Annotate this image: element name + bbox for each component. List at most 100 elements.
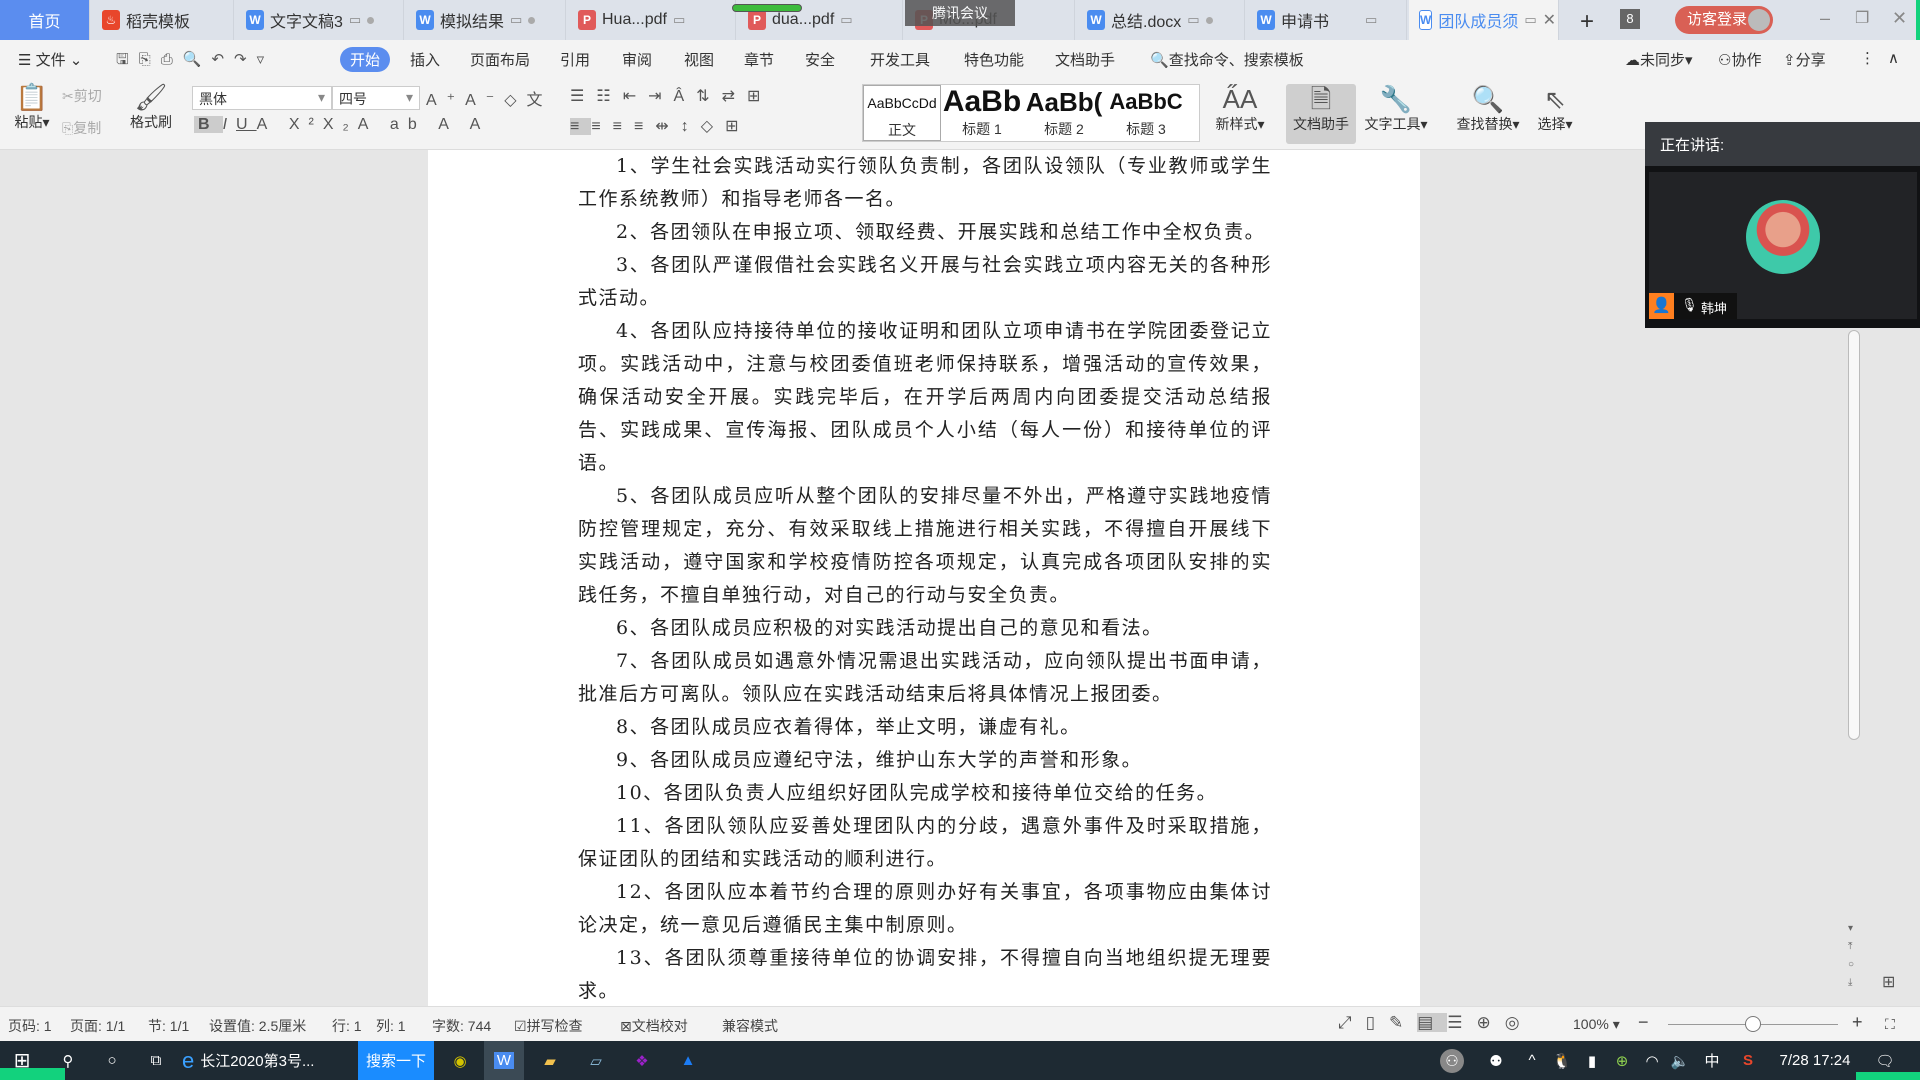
status-row[interactable]: 行: 1 bbox=[332, 1016, 362, 1036]
meeting-app-icon[interactable]: ▲ bbox=[668, 1041, 708, 1080]
paragraph-tools-row1[interactable]: ☰☷⇤⇥Â⇅⇄⊞ bbox=[570, 86, 772, 106]
menu-tab-10[interactable]: 文档助手 bbox=[1055, 49, 1115, 70]
menu-tab-5[interactable]: 视图 bbox=[684, 49, 714, 70]
font-name-select[interactable]: 黑体 ▾ bbox=[192, 86, 332, 110]
spell-check-button[interactable]: ☑拼写检查 bbox=[514, 1016, 583, 1036]
video-tile[interactable]: 👤 🎙 韩坤 bbox=[1649, 172, 1917, 319]
close-window-icon[interactable]: ✕ bbox=[1892, 8, 1907, 29]
paragraph[interactable]: 11、各团队领队应妥善处理团队内的分歧，遇意外事件及时采取措施，保证团队的团结和… bbox=[578, 810, 1272, 876]
style-2[interactable]: AaBb(标题 2 bbox=[1023, 85, 1105, 141]
collab-button[interactable]: ⚇协作 bbox=[1718, 49, 1761, 70]
paragraph[interactable]: 4、各团队应持接待单位的接收证明和团队立项申请书在学院团委登记立项。实践活动中，… bbox=[578, 315, 1272, 480]
paragraph[interactable]: 6、各团队成员应积极的对实践活动提出自己的意见和看法。 bbox=[578, 612, 1272, 645]
minimize-icon[interactable]: – bbox=[1820, 8, 1830, 29]
scroll-page-controls[interactable]: ▾ ⤒ ○ ⤓ bbox=[1848, 920, 1854, 992]
tray-chevron-icon[interactable]: ^ bbox=[1520, 1041, 1544, 1080]
select-button[interactable]: ⇖ 选择▾ bbox=[1530, 84, 1580, 134]
tab-doc[interactable]: W 申请书 ▭ bbox=[1247, 0, 1407, 40]
zoom-out-icon[interactable]: − bbox=[1638, 1012, 1649, 1033]
new-style-button[interactable]: A̋A 新样式▾ bbox=[1210, 84, 1270, 134]
status-word-count[interactable]: 字数: 744 bbox=[432, 1016, 491, 1036]
battery-icon[interactable]: ▮ bbox=[1580, 1041, 1604, 1080]
sync-button[interactable]: ☁未同步▾ bbox=[1625, 49, 1693, 70]
tab-doc[interactable]: W 文字文稿3 ▭ bbox=[236, 0, 404, 40]
zoom-in-icon[interactable]: + bbox=[1852, 1012, 1863, 1033]
ime-indicator[interactable]: 中 bbox=[1700, 1041, 1724, 1080]
share-button[interactable]: ⇪分享 bbox=[1783, 49, 1826, 70]
volume-icon[interactable]: 🔈 bbox=[1668, 1041, 1692, 1080]
taskbar-ie[interactable]: e 长江2020第3号... bbox=[182, 1041, 352, 1080]
menu-tab-4[interactable]: 审阅 bbox=[622, 49, 652, 70]
status-pages[interactable]: 页面: 1/1 bbox=[70, 1016, 125, 1036]
find-replace-button[interactable]: 🔍 查找替换▾ bbox=[1450, 84, 1526, 134]
task-view-icon[interactable]: ⧉ bbox=[136, 1041, 176, 1080]
paragraph[interactable]: 8、各团队成员应衣着得体，举止文明，谦虚有礼。 bbox=[578, 711, 1272, 744]
paragraph[interactable]: 10、各团队负责人应组织好团队完成学校和接待单位交给的任务。 bbox=[578, 777, 1272, 810]
menu-tab-7[interactable]: 安全 bbox=[805, 49, 835, 70]
file-menu[interactable]: ☰ 文件 ⌄ bbox=[18, 49, 82, 70]
collapse-ribbon-icon[interactable]: ∧ bbox=[1888, 49, 1899, 67]
paragraph[interactable]: 7、各团队成员如遇意外情况需退出实践活动，应向领队提出书面申请，批准后方可离队。… bbox=[578, 645, 1272, 711]
people-icon[interactable]: ⚉ bbox=[1484, 1041, 1508, 1080]
tab-home[interactable]: 首页 bbox=[0, 0, 90, 40]
zoom-slider-handle[interactable] bbox=[1745, 1016, 1761, 1032]
cut-button[interactable]: ✂剪切 bbox=[62, 86, 102, 106]
close-tab-icon[interactable]: ✕ bbox=[1543, 10, 1556, 30]
format-painter-button[interactable]: 🖌 格式刷 bbox=[126, 82, 176, 132]
tab-pdf[interactable]: P Hua...pdf ▭ bbox=[568, 0, 736, 40]
proofread-button[interactable]: ⊠文档校对 bbox=[620, 1016, 688, 1036]
style-1[interactable]: AaBb 标题 1 bbox=[941, 85, 1023, 141]
notepad-app-icon[interactable]: ▱ bbox=[576, 1041, 616, 1080]
text-tools-button[interactable]: 🔧 文字工具▾ bbox=[1360, 84, 1432, 134]
menu-tab-3[interactable]: 引用 bbox=[560, 49, 590, 70]
paragraph[interactable]: 13、各团队须尊重接待单位的协调安排，不得擅自向当地组织提无理要求。 bbox=[578, 942, 1272, 1006]
file-explorer-icon[interactable]: ▰ bbox=[530, 1041, 570, 1080]
format-tools-row[interactable]: B IUA X²X₂A ab A A bbox=[194, 116, 489, 134]
menu-tab-0[interactable]: 开始 bbox=[350, 49, 380, 70]
paragraph[interactable]: 5、各团队成员应听从整个团队的安排尽量不外出，严格遵守实践地疫情防控管理规定，充… bbox=[578, 480, 1272, 612]
paragraph[interactable]: 12、各团队应本着节约合理的原则办好有关事宜，各项事物应由集体讨论决定，统一意见… bbox=[578, 876, 1272, 942]
login-button[interactable]: 访客登录 bbox=[1675, 6, 1773, 34]
tab-doc[interactable]: W 总结.docx ▭ bbox=[1077, 0, 1245, 40]
quick-access-toolbar[interactable]: 🖫⎘⎙🔍↶↷▿ bbox=[116, 49, 274, 74]
paste-button[interactable]: 📋 粘贴▾ bbox=[12, 82, 52, 132]
font-size-select[interactable]: 四号 ▾ bbox=[332, 86, 420, 110]
tab-doc[interactable]: W 模拟结果 ▭ bbox=[406, 0, 566, 40]
vertical-scrollbar-thumb[interactable] bbox=[1848, 330, 1860, 740]
clock[interactable]: 7/28 17:24 bbox=[1770, 1041, 1860, 1080]
qq-icon[interactable]: 🐧 bbox=[1550, 1041, 1574, 1080]
menu-tab-6[interactable]: 章节 bbox=[744, 49, 774, 70]
font-tools-row[interactable]: A⁺A⁻◇文 bbox=[426, 86, 553, 110]
more-icon[interactable]: ⋮ bbox=[1860, 49, 1875, 67]
meeting-overlay[interactable]: 腾讯会议 bbox=[905, 0, 1015, 26]
fullscreen-icon[interactable]: ⛶ bbox=[1885, 1016, 1895, 1033]
paragraph-tools-row2[interactable]: ≡≡≡≡⇹↕◇⊞ bbox=[570, 116, 750, 136]
grid-view-icon[interactable]: ⊞ bbox=[1882, 972, 1895, 992]
status-setting[interactable]: 设置值: 2.5厘米 bbox=[209, 1016, 306, 1036]
menu-tab-2[interactable]: 页面布局 bbox=[470, 49, 530, 70]
zoom-select[interactable]: 100% ▾ bbox=[1573, 1016, 1620, 1033]
tab-docer[interactable]: ♨ 稻壳模板 bbox=[92, 0, 234, 40]
style-0[interactable]: AaBbCcDd 正文 bbox=[863, 85, 941, 141]
paragraph[interactable]: 1、学生社会实践活动实行领队负责制，各团队设领队（专业教师或学生工作系统教师）和… bbox=[578, 150, 1272, 216]
tab-count-badge[interactable]: 8 bbox=[1620, 9, 1640, 29]
search-once-button[interactable]: 搜索一下 bbox=[358, 1041, 434, 1080]
view-mode-buttons[interactable]: ⤢▯✎▤☰⊕◎ bbox=[1338, 1013, 1534, 1033]
menu-tab-9[interactable]: 特色功能 bbox=[964, 49, 1024, 70]
menu-tab-8[interactable]: 开发工具 bbox=[870, 49, 930, 70]
user-avatar-icon[interactable]: ⚇ bbox=[1440, 1049, 1464, 1073]
purple-app-icon[interactable]: ❖ bbox=[622, 1041, 662, 1080]
paragraph[interactable]: 9、各团队成员应遵纪守法，维护山东大学的声誉和形象。 bbox=[578, 744, 1272, 777]
menu-tab-1[interactable]: 插入 bbox=[410, 49, 440, 70]
copy-button[interactable]: ⎘复制 bbox=[62, 118, 101, 138]
app-icon[interactable]: ◉ bbox=[440, 1041, 480, 1080]
command-search[interactable]: 🔍查找命令、搜索模板 bbox=[1150, 49, 1304, 70]
tab-active-doc[interactable]: W 团队成员须 ▭ ✕ bbox=[1409, 0, 1559, 40]
paragraph[interactable]: 2、各团领队在申报立项、领取经费、开展实践和总结工作中全权负责。 bbox=[578, 216, 1272, 249]
style-3[interactable]: AaBbC 标题 3 bbox=[1105, 85, 1187, 141]
document-body[interactable]: 1、学生社会实践活动实行领队负责制，各团队设领队（专业教师或学生工作系统教师）和… bbox=[578, 150, 1272, 1006]
wifi-icon[interactable]: ◠ bbox=[1640, 1041, 1664, 1080]
status-page-no[interactable]: 页码: 1 bbox=[8, 1016, 52, 1036]
new-tab-icon[interactable]: + bbox=[1580, 8, 1594, 36]
wps-icon[interactable]: W bbox=[484, 1041, 524, 1080]
